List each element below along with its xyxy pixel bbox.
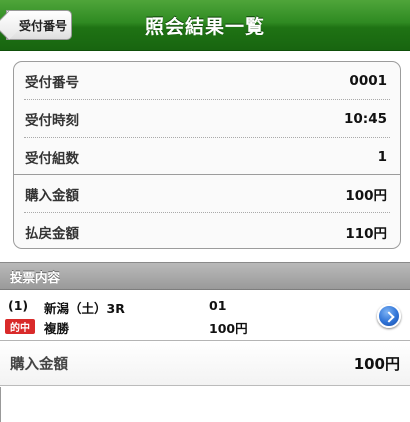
info-value: 10:45 bbox=[344, 110, 387, 127]
bet-amount: 100円 bbox=[209, 321, 248, 336]
bet-number: 01 bbox=[209, 298, 227, 313]
info-label: 受付組数 bbox=[25, 150, 79, 167]
info-value: 1 bbox=[377, 148, 387, 165]
total-purchase-row: 購入金額 100円 bbox=[0, 341, 410, 386]
info-value: 0001 bbox=[349, 72, 387, 89]
info-row-receipt-time: 受付時刻 10:45 bbox=[14, 100, 400, 137]
back-button-label: 受付番号 bbox=[18, 18, 67, 33]
info-label: 受付時刻 bbox=[25, 112, 79, 129]
hit-badge: 的中 bbox=[5, 319, 35, 334]
bet-index: (1) bbox=[8, 298, 29, 313]
info-value: 110円 bbox=[345, 225, 387, 242]
info-label: 払戻金額 bbox=[25, 225, 79, 242]
info-row-receipt-number: 受付番号 0001 bbox=[14, 62, 400, 99]
info-row-set-count: 受付組数 1 bbox=[14, 138, 400, 175]
info-row-purchase-amount: 購入金額 100円 bbox=[14, 175, 400, 212]
info-label: 購入金額 bbox=[25, 187, 79, 204]
detail-disclosure-icon[interactable] bbox=[377, 304, 401, 328]
total-label: 購入金額 bbox=[10, 356, 68, 373]
receipt-summary-card: 受付番号 0001 受付時刻 10:45 受付組数 1 購入金額 100円 払戻… bbox=[13, 61, 401, 249]
total-value: 100円 bbox=[353, 354, 400, 373]
section-header-bet-contents: 投票内容 bbox=[0, 262, 410, 290]
navigation-bar: 受付番号 照会結果一覧 bbox=[0, 0, 410, 51]
info-value: 100円 bbox=[345, 187, 387, 204]
info-row-payout-amount: 払戻金額 110円 bbox=[14, 213, 400, 248]
bet-list-item[interactable]: (1) 新潟（土）3R 01 的中 複勝 100円 bbox=[0, 291, 410, 341]
left-border bbox=[0, 387, 1, 422]
empty-area bbox=[0, 387, 410, 422]
bet-race: 新潟（土）3R bbox=[44, 301, 125, 316]
bet-type: 複勝 bbox=[44, 321, 70, 336]
info-label: 受付番号 bbox=[25, 74, 79, 91]
